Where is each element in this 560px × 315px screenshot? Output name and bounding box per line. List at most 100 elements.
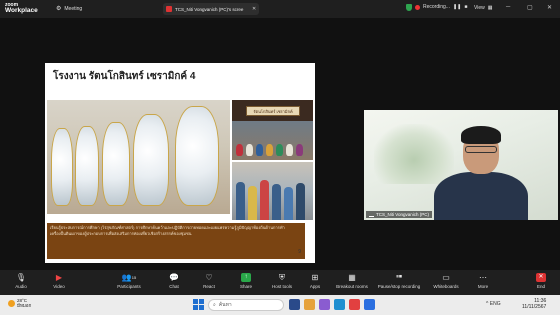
meeting-info-button[interactable]: ⚙ Meeting: [56, 5, 82, 13]
ceramic-jar: [51, 128, 73, 206]
shop-sign: รัตนโกสินทร์ เซรามิกค์: [246, 106, 300, 116]
whiteboards-button[interactable]: ▭ Whiteboards: [429, 273, 463, 289]
chrome-icon[interactable]: [349, 299, 360, 310]
pause-icon[interactable]: ❚❚: [453, 4, 461, 10]
audio-label: Audio: [15, 284, 27, 289]
vase: [276, 144, 283, 156]
system-tray[interactable]: ^ ENG: [486, 301, 501, 307]
share-screen-icon: ↑: [241, 273, 251, 282]
view-button[interactable]: View ▦: [474, 5, 492, 11]
close-icon[interactable]: ✕: [252, 6, 256, 12]
file-explorer-icon[interactable]: [304, 299, 315, 310]
vase: [296, 144, 303, 156]
pause-stop-icon: ⏸⏹: [395, 274, 402, 280]
vase: [246, 144, 253, 156]
ceramic-jar: [133, 114, 169, 206]
audio-button[interactable]: 🎙 Audio: [4, 273, 38, 289]
more-button[interactable]: ⋯ More: [466, 273, 500, 289]
participant-name-tag: TCS_Niti Vongvanich (PC): [366, 211, 433, 218]
vase: [256, 144, 263, 156]
share-label: Share: [239, 284, 252, 289]
task-view-icon[interactable]: [289, 299, 300, 310]
meeting-toolbar: 🎙 Audio ▶ Video 👥 15 Participants 💬 Chat …: [0, 270, 560, 295]
chat-label: Chat: [169, 284, 179, 289]
participants-label: Participants: [117, 284, 141, 289]
participants-icon: 👥 15: [121, 273, 137, 282]
participant-body: [434, 172, 528, 220]
host-tools-button[interactable]: ⛨ Host tools: [265, 273, 299, 290]
shared-slide: โรงงาน รัตนโกสินทร์ เซรามิกค์ 4 รัตนโกสิ…: [45, 63, 315, 263]
stop-icon[interactable]: ■: [464, 4, 467, 10]
person: [272, 184, 281, 220]
end-label: End: [536, 284, 545, 289]
whiteboards-label: Whiteboards: [433, 284, 459, 289]
zoom-logo: zoom Workplace: [5, 2, 38, 14]
chat-button[interactable]: 💬 Chat: [157, 273, 191, 289]
person: [296, 183, 305, 220]
participants-button[interactable]: 👥 15 Participants: [112, 273, 146, 289]
slide-title: โรงงาน รัตนโกสินทร์ เซรามิกค์ 4: [53, 71, 196, 82]
more-icon: ⋯: [479, 273, 487, 282]
signal-icon: [369, 212, 374, 217]
windows-taskbar: 28°C มีหมอก ⌕ ค้นหา ^ ENG 11:36 11/11/25…: [0, 295, 560, 315]
apps-button[interactable]: ⊞ Apps: [298, 273, 332, 289]
group-photo: [232, 162, 313, 220]
clock-date: 11/11/2567: [522, 304, 547, 310]
language-indicator[interactable]: ENG: [490, 301, 501, 307]
breakout-rooms-icon: ▦: [348, 273, 356, 282]
weather-widget[interactable]: 28°C มีหมอก: [8, 298, 31, 308]
view-label: View: [474, 5, 485, 11]
edge-icon[interactable]: [334, 299, 345, 310]
share-title: TCS_Niti Vongvanich (PC)'s scree: [175, 6, 244, 12]
screen-share-indicator[interactable]: TCS_Niti Vongvanich (PC)'s scree ✕: [163, 3, 259, 15]
shield-icon[interactable]: [406, 4, 412, 11]
apps-label: Apps: [309, 284, 321, 289]
windows-logo-icon: [193, 305, 198, 310]
video-off-icon: ▶: [55, 273, 63, 282]
weather-icon: [8, 299, 15, 307]
end-button[interactable]: ✕ End: [524, 273, 558, 289]
person: [236, 182, 245, 220]
window-close-icon[interactable]: ✕: [547, 4, 552, 11]
vase: [266, 144, 273, 156]
person: [260, 180, 269, 220]
end-call-icon: ✕: [536, 273, 546, 282]
copilot-icon[interactable]: [319, 299, 330, 310]
minimize-icon[interactable]: ─: [506, 4, 510, 10]
taskbar-clock[interactable]: 11:36 11/11/2567: [522, 298, 546, 310]
zoom-title-bar: zoom Workplace ⚙ Meeting TCS_Niti Vongva…: [0, 0, 560, 18]
meeting-stage: โรงงาน รัตนโกสินทร์ เซรามิกค์ 4 รัตนโกสิ…: [0, 18, 560, 270]
participant-video-tile[interactable]: TCS_Niti Vongvanich (PC): [364, 110, 558, 220]
background-plant: [374, 124, 454, 184]
whiteboard-icon: ▭: [442, 273, 450, 282]
share-button[interactable]: ↑ Share: [229, 273, 263, 289]
recording-indicator[interactable]: Recording... ❚❚ ■: [415, 4, 467, 10]
apps-icon: ⊞: [311, 273, 319, 282]
vase: [286, 144, 293, 156]
search-icon: ⌕: [213, 302, 216, 308]
ceramic-jar: [102, 122, 130, 206]
person: [284, 187, 293, 220]
react-label: React: [203, 284, 215, 289]
ceramic-jar: [75, 126, 99, 206]
vase: [236, 144, 243, 156]
start-button[interactable]: [193, 299, 204, 310]
windows-logo-icon: [199, 299, 204, 304]
more-label: More: [477, 284, 489, 289]
zoom-taskbar-icon[interactable]: [364, 299, 375, 310]
search-placeholder: ค้นหา: [218, 302, 232, 308]
slide-page-number: 9: [298, 249, 301, 255]
video-label: Video: [53, 284, 65, 289]
react-button[interactable]: ♡ React: [192, 273, 226, 289]
pause-stop-recording-button[interactable]: ⏸⏹ Pause/stop recording: [378, 273, 421, 289]
shop-sign-photo: รัตนโกสินทร์ เซรามิกค์: [232, 100, 313, 160]
video-button[interactable]: ▶ Video: [42, 273, 76, 289]
host-tools-label: Host tools: [271, 284, 292, 289]
taskbar-search[interactable]: ⌕ ค้นหา: [208, 299, 284, 311]
participant-hair: [461, 126, 501, 144]
record-dot-icon: [415, 4, 420, 10]
windows-logo-icon: [193, 299, 198, 304]
breakout-rooms-button[interactable]: ▦ Breakout rooms: [335, 273, 369, 289]
participant-glasses: [465, 146, 497, 153]
maximize-icon[interactable]: ▢: [527, 4, 533, 11]
